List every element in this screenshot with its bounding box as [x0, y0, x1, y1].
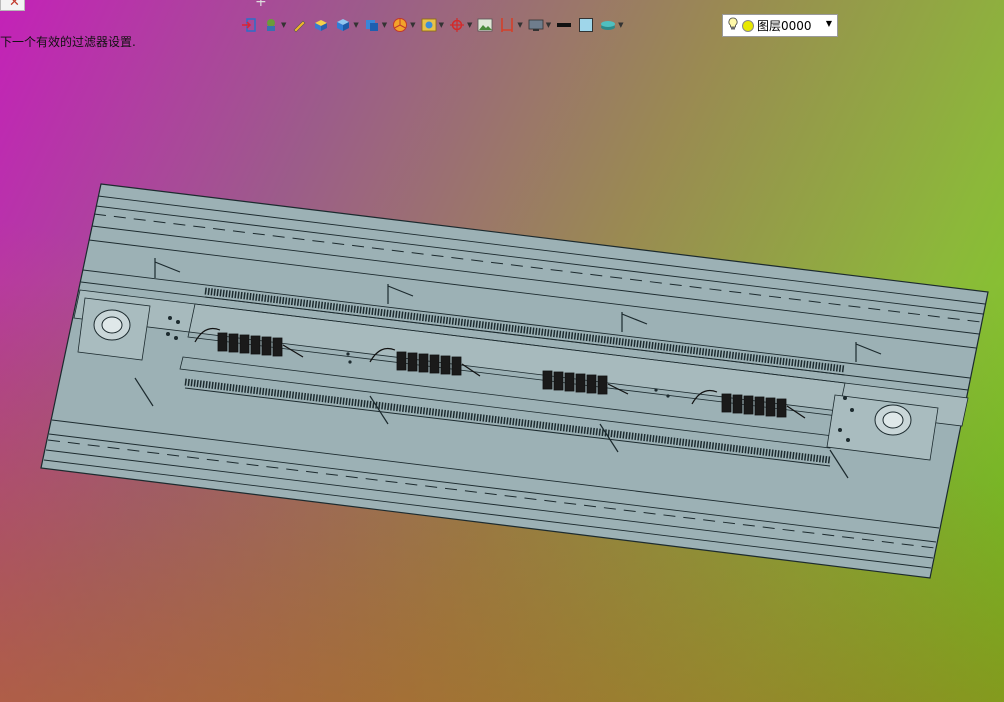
monitor-button[interactable]: ▼	[527, 16, 551, 34]
camera-icon	[420, 16, 438, 34]
crosshair-icon	[448, 16, 466, 34]
station-model-drawing[interactable]	[0, 0, 1004, 702]
pie-button[interactable]: ▼	[391, 16, 416, 34]
layer-name: 图层0000	[757, 19, 812, 33]
view-cube-icon	[363, 16, 381, 34]
monitor-dropdown-icon[interactable]: ▼	[546, 21, 551, 29]
frame-dropdown-icon[interactable]: ▼	[517, 21, 522, 29]
color-fill-button[interactable]	[577, 16, 595, 34]
camera-dropdown-icon[interactable]: ▼	[439, 21, 444, 29]
cube-button[interactable]: ▼	[334, 16, 359, 34]
view-dropdown-icon[interactable]: ▼	[382, 21, 387, 29]
layer-dropdown-icon[interactable]: ▼	[826, 19, 832, 28]
add-tab-icon[interactable]: +	[255, 0, 267, 10]
exit-icon	[240, 16, 258, 34]
pie-dropdown-icon[interactable]: ▼	[410, 21, 415, 29]
pie-icon	[391, 16, 409, 34]
solid-box-icon	[312, 16, 330, 34]
monitor-icon	[527, 16, 545, 34]
view-cube-button[interactable]: ▼	[363, 16, 387, 34]
solid-box-button[interactable]	[312, 16, 330, 34]
layer-select[interactable]: 图层0000 ▼	[722, 14, 838, 37]
frame-button[interactable]: ▼	[498, 16, 523, 34]
layer-stack-icon	[599, 16, 617, 34]
color-fill-icon	[577, 16, 595, 34]
render-dropdown-icon[interactable]: ▼	[281, 21, 286, 29]
model-slab	[40, 183, 989, 579]
exit-button[interactable]	[240, 16, 258, 34]
close-tab-icon[interactable]: ✕	[9, 0, 20, 10]
pencil-button[interactable]	[290, 16, 308, 34]
line-weight-icon	[555, 16, 573, 34]
layer-stack-button[interactable]: ▼	[599, 16, 624, 34]
crosshair-button[interactable]: ▼	[448, 16, 472, 34]
view-toolbar: ▼ ▼ ▼ ▼ ▼ ▼ ▼ ▼ ▼	[240, 14, 628, 36]
render-icon	[262, 16, 280, 34]
layer-color-swatch[interactable]	[742, 19, 754, 32]
document-tab[interactable]: ✕	[0, 0, 25, 11]
layer-stack-dropdown-icon[interactable]: ▼	[618, 21, 623, 29]
station-3d-model	[40, 183, 989, 579]
cube-icon	[334, 16, 352, 34]
filter-status-text: 下一个有效的过滤器设置.	[0, 35, 136, 49]
lightbulb-icon[interactable]	[727, 17, 739, 34]
cube-dropdown-icon[interactable]: ▼	[353, 21, 358, 29]
image-icon	[476, 16, 494, 34]
crosshair-dropdown-icon[interactable]: ▼	[467, 21, 472, 29]
image-button[interactable]	[476, 16, 494, 34]
frame-icon	[498, 16, 516, 34]
cad-viewport[interactable]: ✕ + 下一个有效的过滤器设置. ▼ ▼ ▼ ▼ ▼ ▼ ▼ ▼ ▼ 图层000…	[0, 0, 1004, 702]
camera-button[interactable]: ▼	[420, 16, 444, 34]
render-button[interactable]: ▼	[262, 16, 286, 34]
pencil-icon	[290, 16, 308, 34]
line-weight-button[interactable]	[555, 16, 573, 34]
